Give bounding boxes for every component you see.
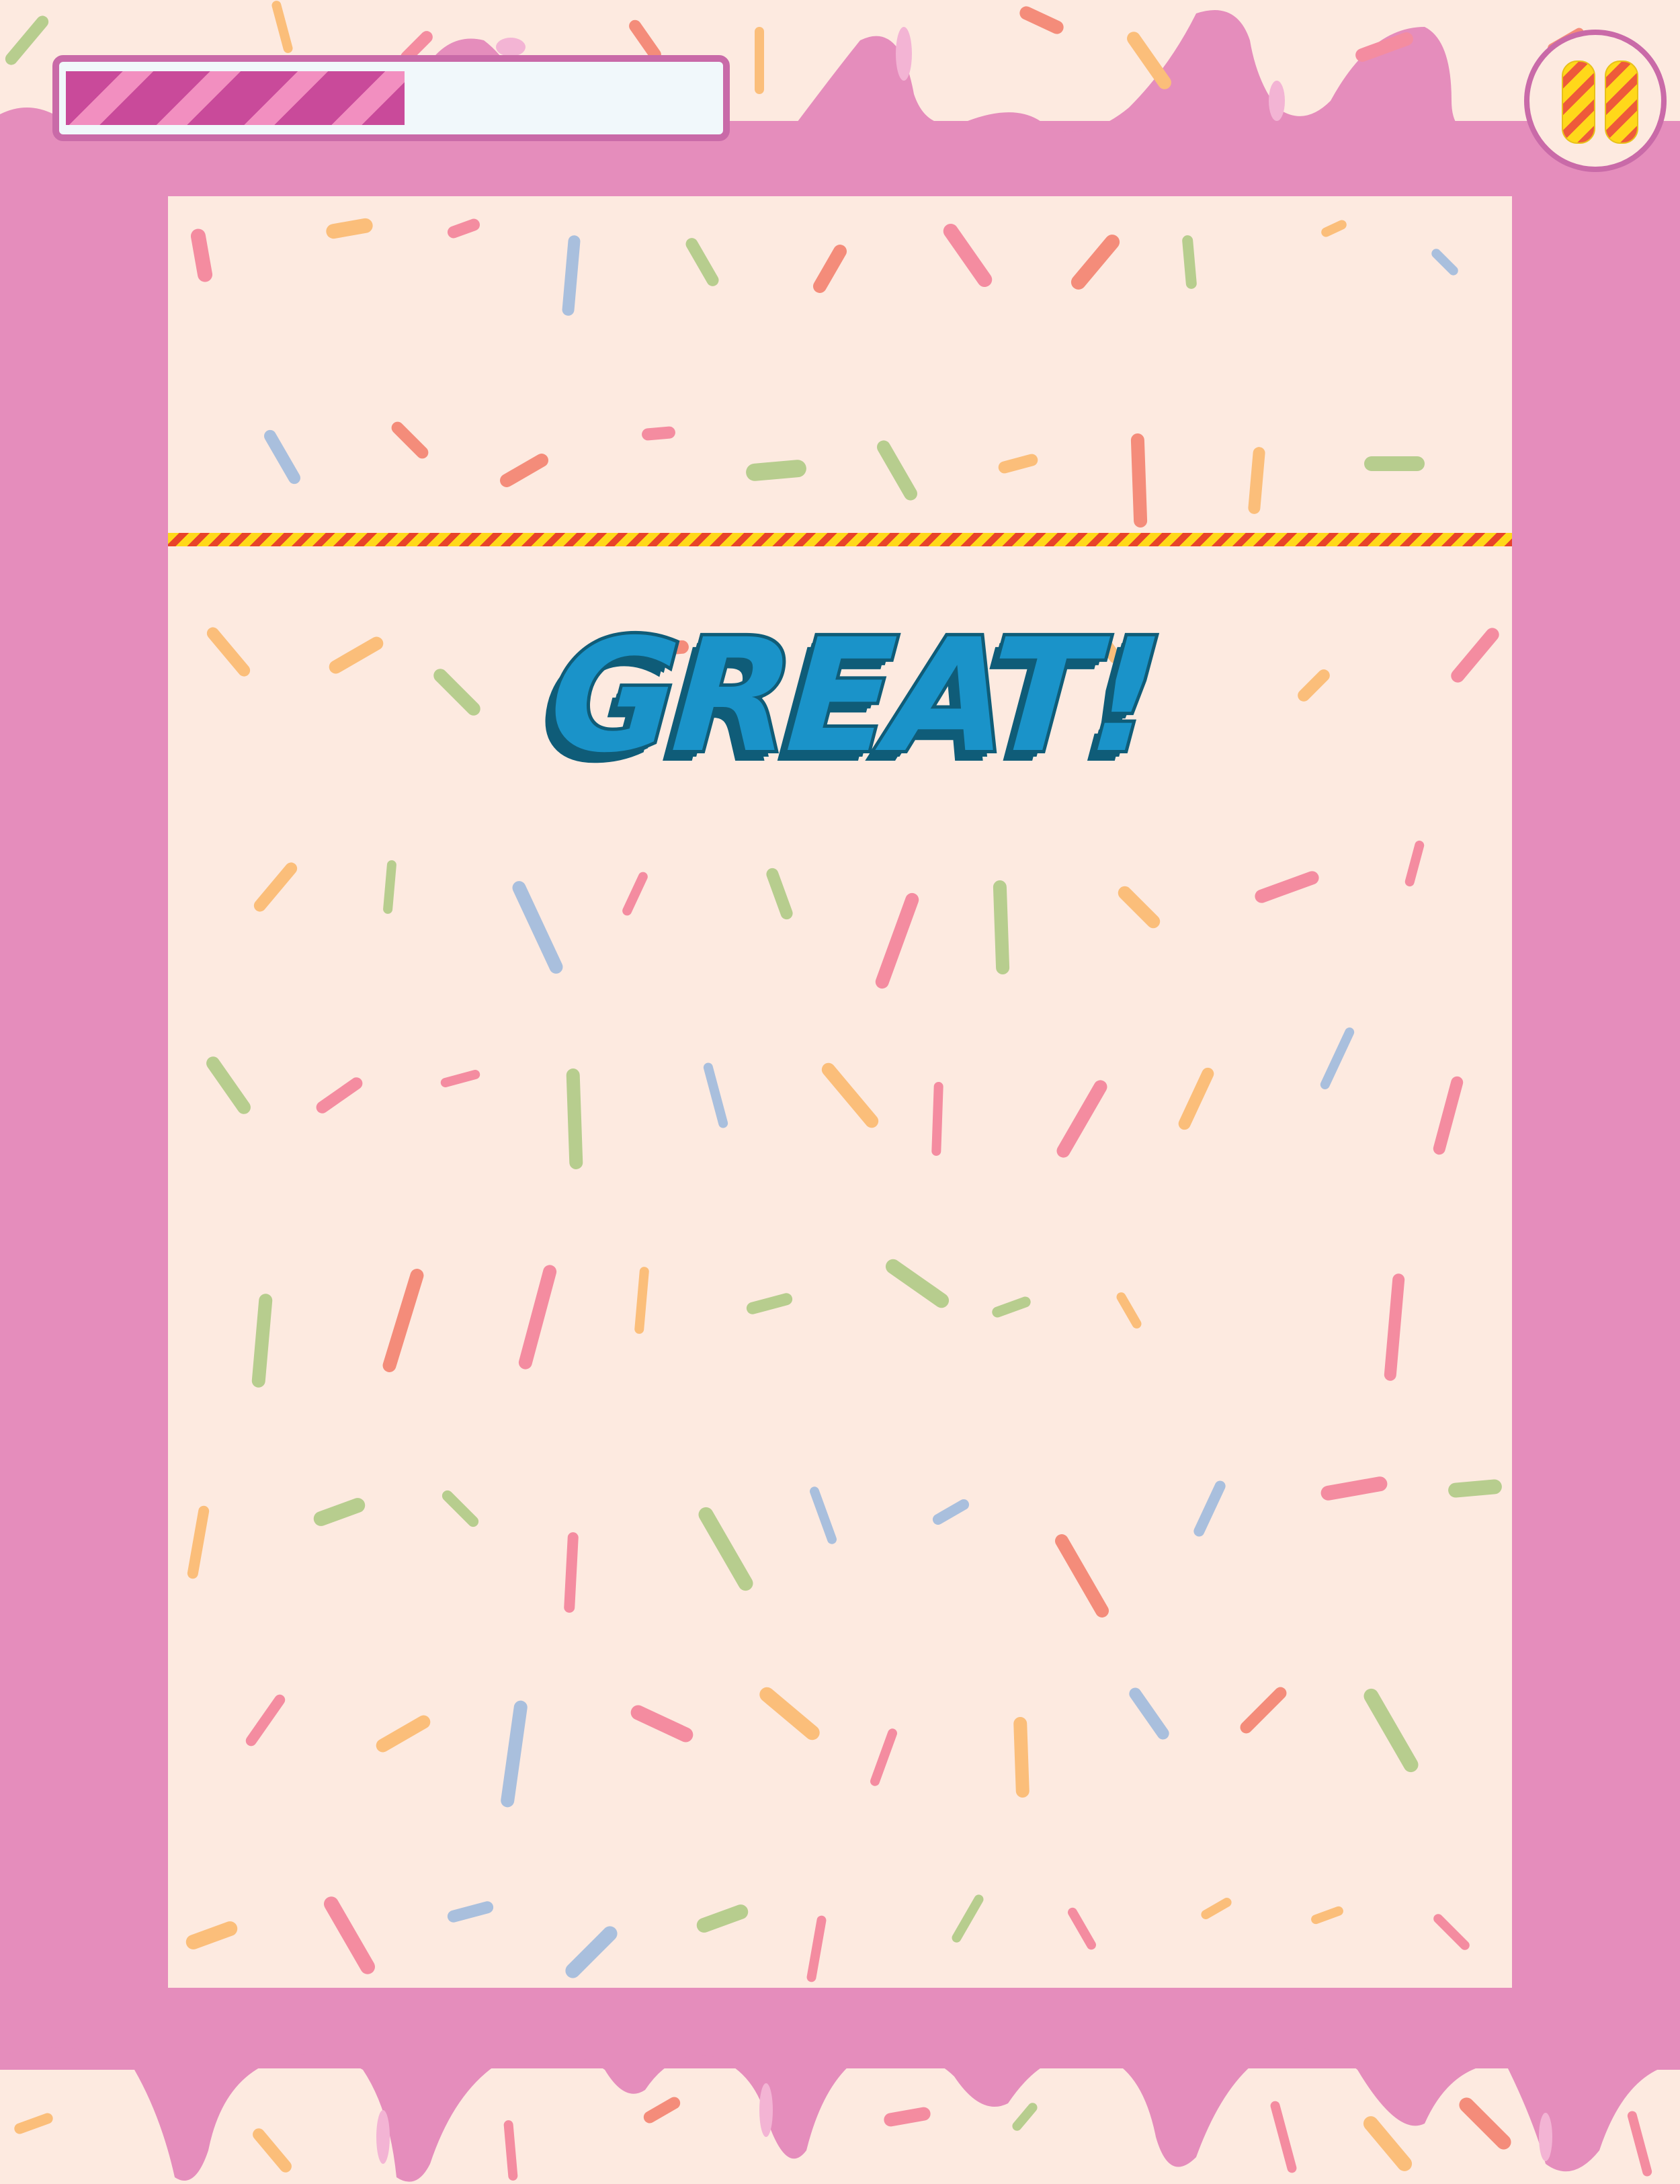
- drip-highlight: [759, 2083, 773, 2137]
- progress-fill: [66, 71, 405, 125]
- sprinkle: [1627, 2111, 1652, 2177]
- sprinkle: [1127, 32, 1171, 89]
- icing-drip-bottom: [0, 1982, 1680, 2182]
- sprinkle: [1019, 6, 1064, 34]
- drip-highlight: [376, 2110, 390, 2164]
- sprinkle: [1270, 2101, 1297, 2173]
- sprinkle: [1013, 1717, 1030, 1798]
- feedback-text: GREAT!: [541, 602, 1166, 790]
- sprinkle: [14, 2113, 53, 2134]
- pause-button[interactable]: [1524, 30, 1667, 172]
- sprinkle: [1012, 2103, 1038, 2131]
- drip-highlight: [496, 38, 526, 56]
- sprinkle: [643, 2097, 681, 2124]
- sprinkle: [5, 15, 49, 65]
- sprinkle: [1459, 2097, 1511, 2150]
- sprinkle: [884, 2107, 931, 2127]
- drip-highlight: [896, 27, 912, 81]
- sprinkle: [271, 1, 293, 53]
- sprinkle: [1364, 456, 1425, 471]
- finish-line: [168, 533, 1512, 546]
- pause-icon: [1605, 60, 1638, 144]
- frame-left: [0, 121, 168, 2070]
- drip-highlight: [1539, 2113, 1552, 2161]
- level-progress-bar: [52, 55, 730, 141]
- game-scene: [0, 1, 1680, 2182]
- drip-highlight: [1269, 81, 1285, 121]
- sprinkle: [253, 2128, 292, 2173]
- sprinkle: [503, 2120, 518, 2181]
- frame-right: [1512, 121, 1680, 2070]
- sprinkle: [755, 27, 764, 94]
- pause-icon: [1562, 60, 1595, 144]
